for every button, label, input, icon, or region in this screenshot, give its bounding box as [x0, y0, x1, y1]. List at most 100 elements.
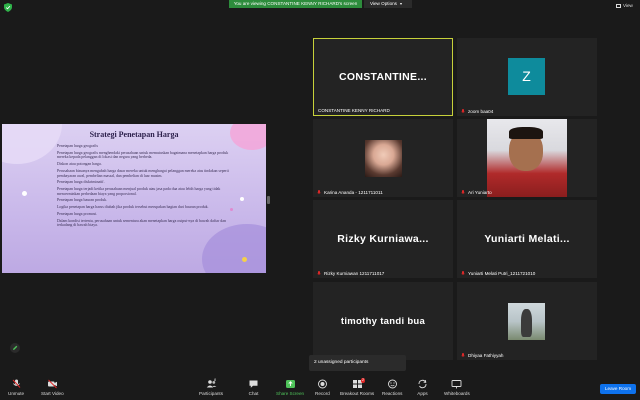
- participant-hair: [509, 127, 543, 139]
- start-video-button[interactable]: Start Video: [41, 379, 64, 396]
- meeting-toolbar: Unmute Start Video Participants 8 Chat S…: [0, 376, 640, 400]
- view-button[interactable]: View: [616, 3, 633, 8]
- record-button[interactable]: Record: [315, 379, 330, 396]
- apps-button[interactable]: Apps: [417, 379, 428, 396]
- participant-name-label: Karina Ananda - 1211711011: [317, 190, 383, 195]
- whiteboards-button[interactable]: Whiteboards: [444, 379, 470, 396]
- share-screen-button[interactable]: Share Screen: [276, 379, 304, 396]
- video-tile[interactable]: timothy tandi bua: [313, 282, 453, 360]
- mic-muted-icon: [12, 379, 20, 388]
- slide-paragraph: Penetapan harga geografis menghendaki pe…: [57, 150, 229, 160]
- video-tile[interactable]: Yuniarti Melati... Yuniarti Melati Putri…: [457, 200, 597, 278]
- slide-paragraph: Penetapan harga terjadi ketika perusahaa…: [57, 187, 221, 196]
- chat-icon: [249, 380, 258, 388]
- video-tile[interactable]: Karina Ananda - 1211711011: [313, 119, 453, 197]
- share-screen-icon: [285, 380, 295, 388]
- notification-badge: 2: [361, 378, 365, 383]
- participants-button[interactable]: Participants 8: [199, 378, 224, 396]
- grid-icon: [616, 3, 621, 8]
- participant-video: [487, 119, 567, 197]
- unmute-button[interactable]: Unmute: [8, 379, 24, 396]
- view-options-label: View Options: [370, 1, 397, 6]
- top-bar: You are viewing CONSTANTINE KENNY RICHAR…: [0, 0, 640, 14]
- decor-blob: [202, 224, 266, 273]
- annotate-pen-icon[interactable]: [10, 343, 20, 353]
- record-label: Record: [315, 391, 330, 396]
- chevron-down-icon: ▾: [399, 1, 402, 6]
- slide-paragraph: Penetapan harga diskriminatif.: [57, 180, 105, 185]
- participant-name: zoom baa04: [468, 109, 494, 114]
- participant-name: Ari Yuniarto: [468, 190, 492, 195]
- record-icon: [317, 379, 327, 389]
- slide-paragraph: Diskon atau potongan harga.: [57, 162, 102, 167]
- participant-name-label: Dhiyaa Fathiyyah: [461, 353, 504, 358]
- unassigned-participants-toast[interactable]: 2 unassigned participants: [309, 355, 406, 371]
- mic-muted-icon: [461, 353, 465, 357]
- viewing-screen-banner: You are viewing CONSTANTINE KENNY RICHAR…: [229, 0, 362, 8]
- zoom-meeting-window: You are viewing CONSTANTINE KENNY RICHAR…: [0, 0, 640, 400]
- decor-dot: [240, 197, 244, 201]
- mic-muted-icon: [461, 109, 465, 113]
- participant-figure: [521, 309, 532, 337]
- participants-label: Participants: [199, 391, 224, 396]
- participant-photo: [508, 303, 545, 340]
- mic-muted-icon: [317, 271, 321, 275]
- whiteboards-label: Whiteboards: [444, 391, 470, 396]
- participant-photo: [365, 140, 402, 177]
- slide-paragraph: Logika penetapan harga harus diubah jika…: [57, 205, 209, 210]
- participant-name: Karina Ananda - 1211711011: [324, 190, 383, 195]
- splitter-handle[interactable]: [267, 196, 270, 204]
- breakout-rooms-button[interactable]: Breakout Rooms 2: [340, 378, 375, 396]
- participant-name-label: zoom baa04: [461, 109, 493, 114]
- unmute-label: Unmute: [8, 391, 25, 396]
- video-tile[interactable]: Ari Yuniarto: [457, 119, 597, 197]
- participant-name: Yuniarti Melati Putri_1211721010: [468, 271, 536, 276]
- slide-title: Strategi Penetapan Harga: [89, 130, 179, 139]
- reactions-label: Reactions: [382, 391, 403, 396]
- slide-paragraph: Dalam kondisi tertentu, perusahaan untuk…: [57, 218, 226, 228]
- shield-icon[interactable]: [4, 3, 12, 12]
- mic-muted-icon: [461, 271, 465, 275]
- participant-name: Dhiyaa Fathiyyah: [468, 353, 504, 358]
- view-label: View: [623, 3, 633, 8]
- whiteboard-icon: [451, 380, 462, 389]
- reactions-icon: [387, 379, 397, 389]
- participant-name-label: Rizky Kurniawan 1211711017: [317, 271, 384, 276]
- avatar: Z: [508, 58, 545, 95]
- participant-display-name: Yuniarti Melati...: [484, 233, 570, 245]
- apps-label: Apps: [417, 391, 428, 396]
- video-tile[interactable]: Rizky Kurniawa... Rizky Kurniawan 121171…: [313, 200, 453, 278]
- chat-label: Chat: [248, 391, 259, 396]
- reactions-button[interactable]: Reactions: [382, 379, 402, 396]
- decor-dot: [242, 257, 247, 262]
- leave-room-button[interactable]: Leave Room: [600, 384, 636, 394]
- participant-display-name: Rizky Kurniawa...: [337, 233, 429, 245]
- view-options-button[interactable]: View Options ▾: [364, 0, 412, 8]
- video-tile-active-speaker[interactable]: CONSTANTINE... CONSTANTINE KENNY RICHARD: [313, 38, 453, 116]
- participant-display-name: CONSTANTINE...: [338, 71, 427, 83]
- apps-icon: [418, 379, 427, 389]
- mic-muted-icon: [317, 190, 321, 194]
- chat-button[interactable]: Chat: [248, 379, 259, 396]
- video-tile[interactable]: Dhiyaa Fathiyyah: [457, 282, 597, 360]
- decor-dot: [22, 191, 27, 196]
- slide-paragraph: Perusahaan biasanya mengubah harga dasar…: [57, 168, 229, 178]
- participant-name: CONSTANTINE KENNY RICHARD: [318, 108, 390, 113]
- video-off-icon: [47, 379, 57, 389]
- share-screen-label: Share Screen: [276, 391, 305, 396]
- mic-muted-icon: [461, 190, 465, 194]
- participant-name-label: Yuniarti Melati Putri_1211721010: [461, 271, 535, 276]
- slide-paragraph: Penetapan harga bauran produk.: [57, 198, 108, 203]
- participant-name-label: CONSTANTINE KENNY RICHARD: [318, 108, 390, 113]
- slide-paragraph: Penetapan harga promosi.: [57, 212, 98, 217]
- slide-paragraph: Penetapan harga geografis: [57, 144, 98, 148]
- participants-count: 8: [214, 378, 217, 382]
- participant-name: Rizky Kurniawan 1211711017: [324, 271, 385, 276]
- participant-display-name: timothy tandi bua: [340, 315, 426, 327]
- breakout-rooms-label: Breakout Rooms: [340, 391, 375, 396]
- shared-screen[interactable]: Strategi Penetapan Harga Penetapan harga…: [2, 124, 266, 273]
- start-video-label: Start Video: [41, 391, 64, 396]
- slide-body: Penetapan harga geografis Penetapan harg…: [57, 144, 237, 230]
- participant-name-label: Ari Yuniarto: [461, 190, 492, 195]
- video-tile[interactable]: Z zoom baa04: [457, 38, 597, 116]
